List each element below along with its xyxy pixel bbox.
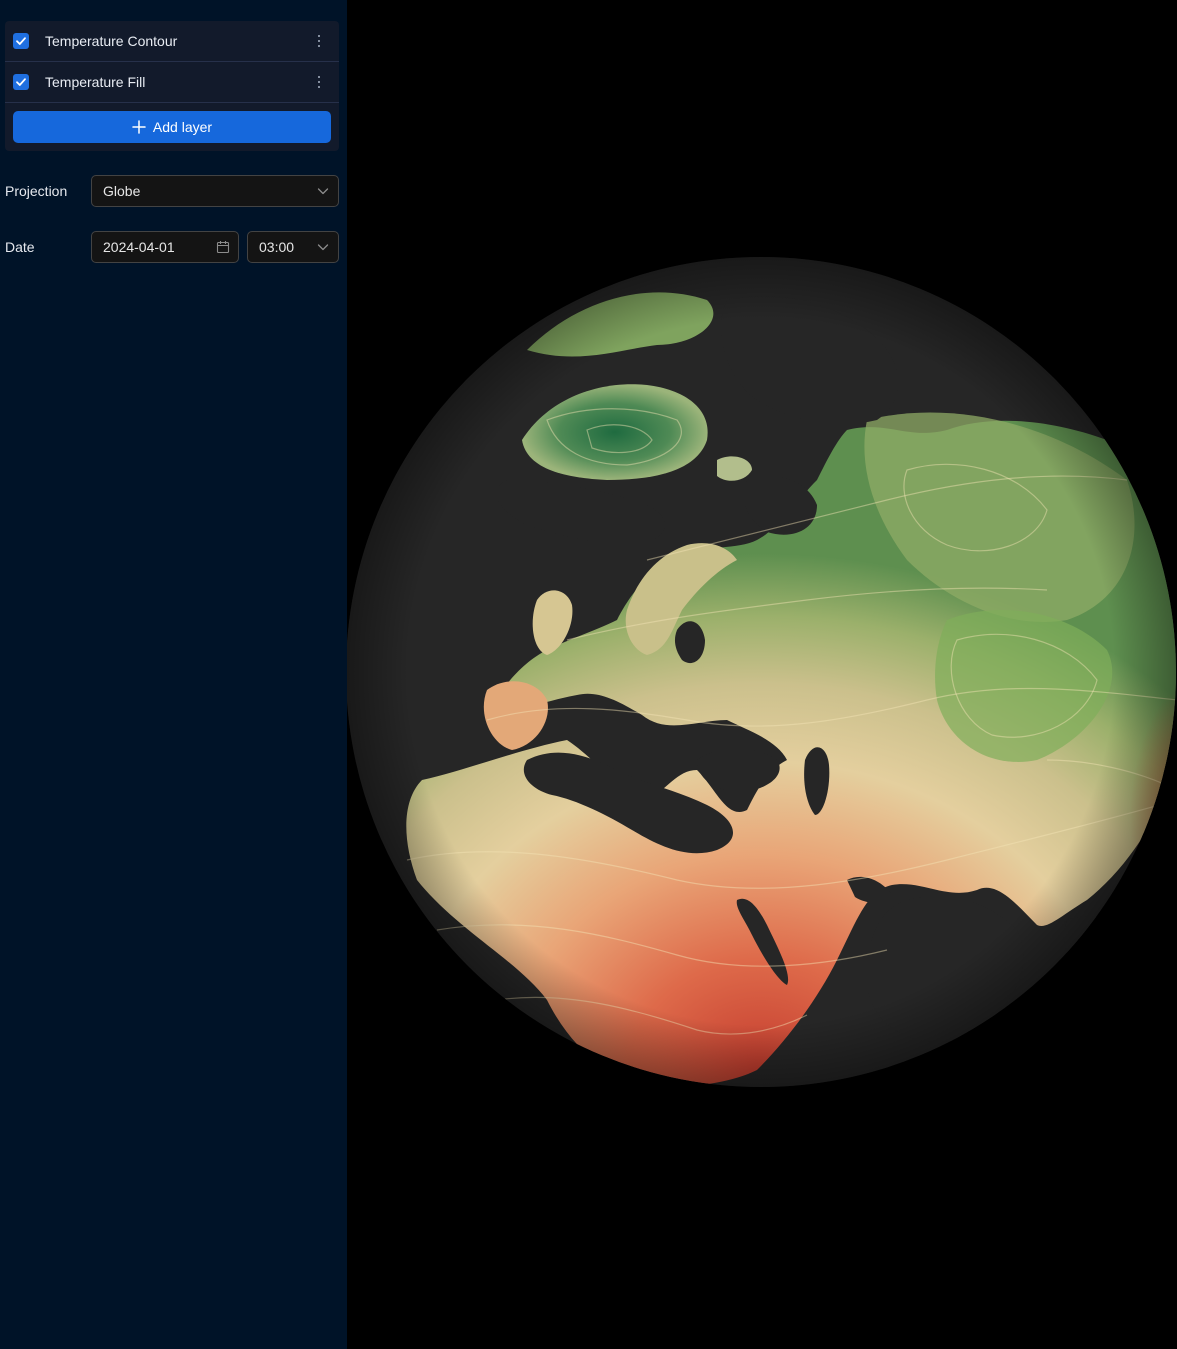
time-select[interactable]: 03:00 [247,231,339,263]
layer-item-temperature-contour[interactable]: Temperature Contour [5,21,339,62]
check-icon [16,78,26,86]
layer-item-temperature-fill[interactable]: Temperature Fill [5,62,339,103]
projection-label: Projection [5,183,68,199]
add-layer-label: Add layer [152,119,213,135]
sidebar: Temperature Contour Temperature Fill Add… [0,0,347,1349]
calendar-icon [216,241,230,254]
check-icon [16,37,26,45]
layer-name: Temperature Contour [45,33,178,49]
map-canvas[interactable] [347,0,1177,1349]
add-layer-button[interactable]: Add layer [13,111,331,143]
chevron-down-icon [317,244,329,251]
globe-limb-shading [347,257,1176,1087]
projection-select[interactable]: Globe [91,175,339,207]
date-value: 2024-04-01 [103,239,175,255]
app: Temperature Contour Temperature Fill Add… [0,0,1177,1349]
date-picker[interactable]: 2024-04-01 [91,231,239,263]
layer-name: Temperature Fill [45,74,146,90]
layer-visibility-checkbox[interactable] [13,74,29,90]
layer-visibility-checkbox[interactable] [13,33,29,49]
chevron-down-icon [317,188,329,195]
time-value: 03:00 [259,239,295,255]
more-options-icon[interactable] [313,74,325,90]
layer-list: Temperature Contour Temperature Fill Add… [5,21,339,151]
projection-value: Globe [103,183,141,199]
plus-icon [132,120,146,134]
globe[interactable] [347,0,1177,1349]
more-options-icon[interactable] [313,33,325,49]
date-label: Date [5,239,35,255]
